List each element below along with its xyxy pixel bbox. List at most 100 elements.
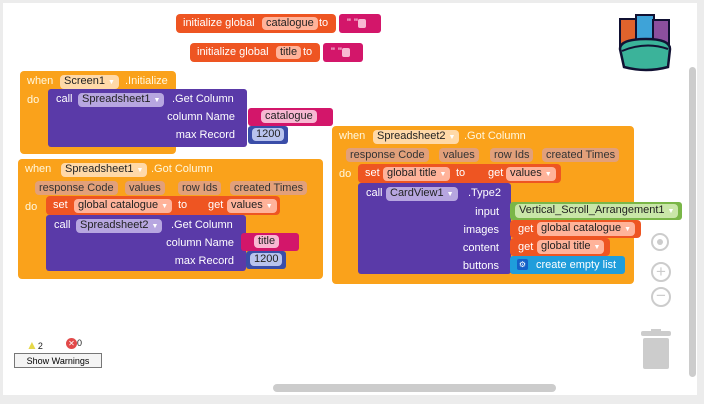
variable-name: global catalogue <box>541 222 622 234</box>
backpack-icon[interactable] <box>616 11 676 73</box>
cardview-type2-call-block[interactable]: call CardView1 ▼ .Type2 input images cont… <box>358 183 511 274</box>
mutator-gear-icon[interactable]: ⚙ <box>517 259 528 270</box>
init-global-catalogue-block[interactable]: initialize global catalogue to <box>176 14 336 33</box>
component-name: Spreadsheet1 <box>82 93 151 105</box>
call-label: call <box>56 93 73 105</box>
do-label: do <box>27 94 40 106</box>
to-label: to <box>303 46 313 58</box>
show-warnings-button[interactable]: Show Warnings <box>14 353 102 368</box>
variable-dropdown[interactable]: global title ▼ <box>537 240 605 254</box>
variable-name: global title <box>541 240 591 252</box>
do-label: do <box>339 168 352 180</box>
to-label: to <box>178 199 188 211</box>
warning-indicator: ▲2 <box>26 338 43 352</box>
set-label: set <box>53 199 68 211</box>
vertical-scrollbar[interactable] <box>689 67 696 377</box>
var-name-field[interactable]: catalogue <box>262 17 318 30</box>
error-indicator: ✕ 0 <box>66 338 82 349</box>
arg-label: content <box>462 242 499 254</box>
variable-dropdown[interactable]: global catalogue ▼ <box>74 199 173 213</box>
trash-icon[interactable] <box>641 329 671 369</box>
arg-label: max Record <box>175 129 235 141</box>
text-value[interactable]: catalogue <box>261 110 317 123</box>
component-dropdown[interactable]: Spreadsheet2 ▼ <box>76 219 163 233</box>
event-name: .Got Column <box>151 163 213 175</box>
component-block[interactable]: Vertical_Scroll_Arrangement1 ▼ <box>510 202 682 220</box>
get-column-call-block[interactable]: call Spreadsheet1 ▼ .Get Column column Na… <box>48 89 247 147</box>
param-values[interactable]: values <box>439 148 479 162</box>
param-created-times[interactable]: created Times <box>542 148 620 162</box>
number-value[interactable]: 1200 <box>252 128 285 141</box>
component-dropdown[interactable]: Spreadsheet1 ▼ <box>78 93 165 107</box>
when-label: when <box>25 163 52 175</box>
component-dropdown[interactable]: CardView1 ▼ <box>386 187 458 201</box>
set-global-catalogue-block[interactable]: set global catalogue ▼ to get values ▼ <box>46 196 280 215</box>
text-value[interactable]: title <box>254 235 280 248</box>
variable-name: global catalogue <box>78 199 159 211</box>
variable-dropdown[interactable]: global catalogue ▼ <box>537 222 636 236</box>
component-name: Spreadsheet2 <box>377 130 446 142</box>
component-dropdown[interactable]: Spreadsheet1 ▼ <box>61 163 148 177</box>
component-name: Vertical_Scroll_Arrangement1 <box>519 204 665 216</box>
variable-name: values <box>231 199 263 211</box>
event-name: .Initialize <box>125 75 168 87</box>
to-label: to <box>456 167 466 179</box>
call-label: call <box>54 219 71 231</box>
zoom-out-button[interactable]: − <box>651 287 671 307</box>
text-block[interactable]: title <box>241 233 299 251</box>
number-block[interactable]: 1200 <box>248 126 288 144</box>
get-label: get <box>208 199 224 211</box>
error-count: 0 <box>77 338 83 348</box>
list-label: create empty list <box>536 259 617 271</box>
warning-count: 2 <box>37 341 43 351</box>
var-name-field[interactable]: title <box>276 46 302 59</box>
arg-label: column Name <box>167 111 235 123</box>
component-name: CardView1 <box>390 187 444 199</box>
variable-dropdown[interactable]: values ▼ <box>227 199 277 213</box>
param-response-code[interactable]: response Code <box>35 181 118 195</box>
empty-string-block[interactable]: " " <box>339 14 381 33</box>
warning-icon: ▲ <box>26 338 38 352</box>
get-global-catalogue-block[interactable]: get global catalogue ▼ <box>510 220 641 238</box>
variable-name: values <box>510 167 542 179</box>
number-block[interactable]: 1200 <box>246 251 286 269</box>
component-name: Spreadsheet1 <box>65 163 134 175</box>
get-column-call-block[interactable]: call Spreadsheet2 ▼ .Get Column column Na… <box>46 215 246 271</box>
when-label: when <box>339 130 366 142</box>
param-created-times[interactable]: created Times <box>230 181 308 195</box>
component-dropdown[interactable]: Spreadsheet2 ▼ <box>373 130 460 144</box>
set-global-title-block[interactable]: set global title ▼ to get values ▼ <box>358 164 561 183</box>
number-value[interactable]: 1200 <box>250 253 283 266</box>
component-dropdown[interactable]: Screen1 ▼ <box>60 75 119 89</box>
param-values[interactable]: values <box>125 181 165 195</box>
set-label: set <box>365 167 380 179</box>
get-label: get <box>488 167 504 179</box>
param-row-ids[interactable]: row Ids <box>490 148 534 162</box>
param-response-code[interactable]: response Code <box>346 148 429 162</box>
init-global-title-block[interactable]: initialize global title to <box>190 43 320 62</box>
horizontal-scrollbar[interactable] <box>273 384 556 392</box>
recenter-button[interactable] <box>651 233 669 251</box>
call-label: call <box>366 187 383 199</box>
method-name: .Type2 <box>468 187 502 199</box>
variable-name: global title <box>387 167 437 179</box>
variable-dropdown[interactable]: values ▼ <box>506 167 556 181</box>
string-value: " " <box>331 46 342 58</box>
component-dropdown[interactable]: Vertical_Scroll_Arrangement1 ▼ <box>515 204 679 218</box>
param-row-ids[interactable]: row Ids <box>178 181 222 195</box>
get-label: get <box>518 223 534 235</box>
method-name: .Get Column <box>172 93 234 105</box>
text-block[interactable]: catalogue <box>248 108 333 126</box>
empty-string-block[interactable]: " " <box>323 43 363 62</box>
arg-label: images <box>463 224 499 236</box>
blocks-workspace[interactable]: initialize global catalogue to " " initi… <box>3 3 697 395</box>
target-icon <box>657 239 663 245</box>
arg-label: input <box>475 206 499 218</box>
component-name: Spreadsheet2 <box>80 219 149 231</box>
get-global-title-block[interactable]: get global title ▼ <box>510 238 610 256</box>
string-value: " " <box>347 17 358 29</box>
zoom-in-button[interactable]: + <box>651 262 671 282</box>
component-name: Screen1 <box>64 75 105 87</box>
variable-dropdown[interactable]: global title ▼ <box>383 167 451 181</box>
create-empty-list-block[interactable]: ⚙ create empty list <box>510 256 625 274</box>
